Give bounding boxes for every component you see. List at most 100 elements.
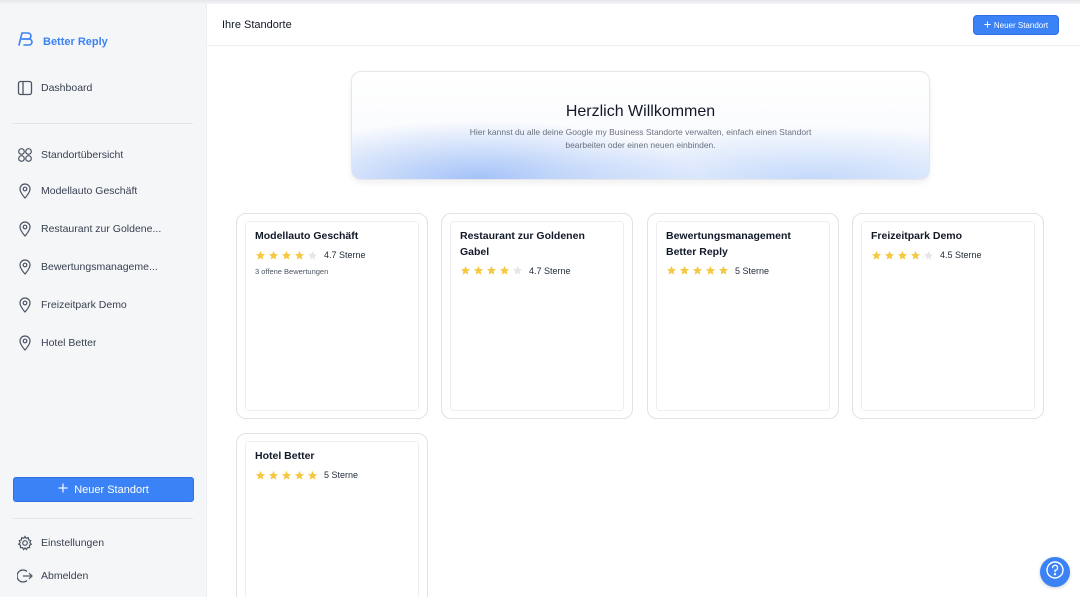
sidebar-item-location[interactable]: Modellauto Geschäft xyxy=(17,183,197,199)
dashboard-icon xyxy=(17,80,33,96)
rating-text: 5 Sterne xyxy=(324,470,359,480)
location-card-body: Freizeitpark Demo 4.5 Sterne xyxy=(861,221,1035,411)
star-filled-icon xyxy=(281,250,292,260)
map-pin-icon xyxy=(17,297,33,313)
better-reply-logo-icon xyxy=(17,31,35,52)
map-pin-icon xyxy=(17,335,33,351)
star-rating xyxy=(666,265,729,276)
sidebar-item-label: Einstellungen xyxy=(41,537,105,549)
location-card[interactable]: Modellauto Geschäft 4.7 Sterne 3 offene … xyxy=(236,213,428,419)
sidebar-item-label: Bewertungsmanageme... xyxy=(41,261,158,273)
logout-icon xyxy=(17,568,33,584)
location-card[interactable]: Hotel Better 5 Sterne xyxy=(236,433,428,597)
header-new-location-button[interactable]: Neuer Standort xyxy=(973,15,1059,35)
star-rating xyxy=(460,265,523,276)
rating: 4.7 Sterne xyxy=(460,265,614,276)
new-location-label: Neuer Standort xyxy=(74,483,149,496)
star-filled-icon xyxy=(718,265,729,275)
star-filled-icon xyxy=(884,250,895,260)
page-title: Ihre Standorte xyxy=(222,19,292,31)
star-filled-icon xyxy=(910,250,921,260)
star-filled-icon xyxy=(666,265,677,275)
star-filled-icon xyxy=(499,265,510,275)
sidebar: Better Reply Dashboard Standortübersicht… xyxy=(0,0,207,597)
sidebar-item-label: Standortübersicht xyxy=(41,149,124,161)
sidebar-item-label: Freizeitpark Demo xyxy=(41,299,127,311)
sidebar-item-label: Hotel Better xyxy=(41,337,97,349)
plus-icon xyxy=(58,483,68,496)
location-card-title: Restaurant zur Goldenen Gabel xyxy=(460,230,585,258)
sidebar-item-location[interactable]: Freizeitpark Demo xyxy=(17,297,197,313)
sidebar-item-label: Abmelden xyxy=(41,570,89,582)
location-card-body: Modellauto Geschäft 4.7 Sterne 3 offene … xyxy=(245,221,419,411)
location-card-body: Hotel Better 5 Sterne xyxy=(245,441,419,597)
sidebar-item-location[interactable]: Restaurant zur Goldene... xyxy=(17,221,197,237)
location-card-body: Restaurant zur Goldenen Gabel 4.7 Sterne xyxy=(450,221,624,411)
star-empty-icon xyxy=(307,250,318,260)
sidebar-divider xyxy=(13,123,193,124)
location-card[interactable]: Restaurant zur Goldenen Gabel 4.7 Sterne xyxy=(441,213,633,419)
star-filled-icon xyxy=(705,265,716,275)
location-card[interactable]: Freizeitpark Demo 4.5 Sterne xyxy=(852,213,1044,419)
star-filled-icon xyxy=(268,470,279,480)
window-top-edge xyxy=(0,0,1080,4)
grid-circles-icon xyxy=(17,147,33,163)
star-filled-icon xyxy=(255,470,266,480)
sidebar-item-settings[interactable]: Einstellungen xyxy=(17,535,197,551)
sidebar-item-label: Restaurant zur Goldene... xyxy=(41,223,162,235)
top-header: Ihre Standorte Neuer Standort xyxy=(207,0,1080,46)
star-filled-icon xyxy=(692,265,703,275)
star-rating xyxy=(255,250,318,261)
sidebar-item-label: Dashboard xyxy=(41,82,93,94)
star-filled-icon xyxy=(294,470,305,480)
sidebar-item-overview[interactable]: Standortübersicht xyxy=(17,147,197,163)
location-card[interactable]: Bewertungsmanagement Better Reply 5 Ster… xyxy=(647,213,839,419)
sidebar-item-location[interactable]: Hotel Better xyxy=(17,335,197,351)
location-card-body: Bewertungsmanagement Better Reply 5 Ster… xyxy=(656,221,830,411)
location-card-title: Freizeitpark Demo xyxy=(871,230,963,242)
map-pin-icon xyxy=(17,259,33,275)
help-icon xyxy=(1045,560,1065,585)
sidebar-divider xyxy=(13,518,193,519)
location-card-title: Hotel Better xyxy=(255,450,315,462)
brand-name: Better Reply xyxy=(43,35,108,48)
star-empty-icon xyxy=(512,265,523,275)
sidebar-item-label: Modellauto Geschäft xyxy=(41,185,138,197)
rating-text: 4.5 Sterne xyxy=(940,250,982,260)
rating: 5 Sterne xyxy=(255,470,409,481)
sidebar-item-logout[interactable]: Abmelden xyxy=(17,568,197,584)
star-filled-icon xyxy=(473,265,484,275)
welcome-text: Hier kannst du alle deine Google my Busi… xyxy=(469,127,812,150)
star-filled-icon xyxy=(460,265,471,275)
star-filled-icon xyxy=(281,470,292,480)
sidebar-item-location[interactable]: Bewertungsmanageme... xyxy=(17,259,197,275)
welcome-title: Herzlich Willkommen xyxy=(565,103,716,120)
plus-icon xyxy=(984,20,991,30)
rating: 5 Sterne xyxy=(666,265,820,276)
rating-text: 4.7 Sterne xyxy=(529,265,571,276)
map-pin-icon xyxy=(17,183,33,199)
map-pin-icon xyxy=(17,221,33,237)
location-card-title: Modellauto Geschäft xyxy=(255,230,359,242)
help-button[interactable] xyxy=(1040,557,1070,587)
rating-text: 5 Sterne xyxy=(735,265,770,276)
star-filled-icon xyxy=(679,265,690,275)
star-filled-icon xyxy=(268,250,279,260)
star-filled-icon xyxy=(255,250,266,260)
gear-icon xyxy=(17,535,33,551)
location-card-title: Bewertungsmanagement Better Reply xyxy=(666,230,791,258)
brand[interactable]: Better Reply xyxy=(17,31,108,52)
rating: 4.7 Sterne xyxy=(255,250,409,261)
star-filled-icon xyxy=(897,250,908,260)
rating-text: 4.7 Sterne xyxy=(324,250,366,260)
new-location-button[interactable]: Neuer Standort xyxy=(13,477,194,502)
star-filled-icon xyxy=(871,250,882,260)
star-filled-icon xyxy=(486,265,497,275)
star-rating xyxy=(255,470,318,481)
star-filled-icon xyxy=(294,250,305,260)
star-rating xyxy=(871,250,934,261)
sidebar-item-dashboard[interactable]: Dashboard xyxy=(17,80,197,96)
rating: 4.5 Sterne xyxy=(871,250,1025,261)
star-filled-icon xyxy=(307,470,318,480)
welcome-banner: Herzlich Willkommen Hier kannst du alle … xyxy=(351,71,930,180)
